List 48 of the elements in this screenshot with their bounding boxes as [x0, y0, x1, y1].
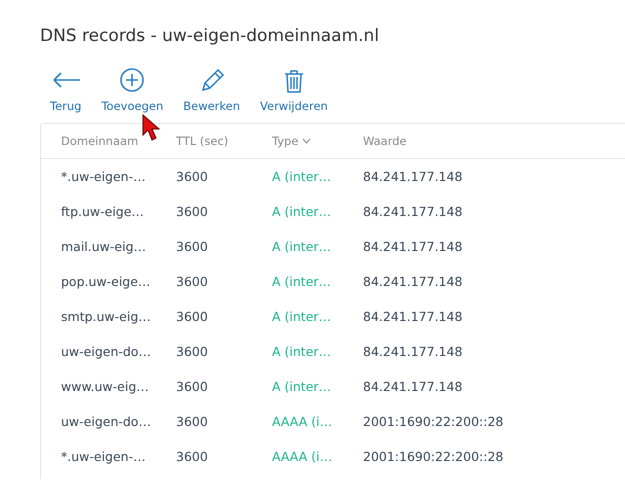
back-button[interactable]: Terug	[50, 68, 82, 113]
record-type-link[interactable]: A (inter…	[272, 309, 332, 324]
table-cell: pop.uw-eige…	[61, 274, 150, 289]
table-cell: 3600	[176, 274, 208, 289]
table-cell: 3600	[176, 169, 208, 184]
record-type-link[interactable]: A (inter…	[272, 204, 332, 219]
table-cell: 3600	[176, 239, 208, 254]
edit-button[interactable]: Bewerken	[183, 68, 240, 113]
record-type-link[interactable]: AAAA (i…	[272, 414, 332, 429]
page-title: DNS records - uw-eigen-domeinnaam.nl	[40, 26, 380, 48]
mouse-pointer-icon	[142, 114, 162, 142]
table-cell: mail.uw-eig…	[61, 239, 146, 254]
table-cell: uw-eigen-do…	[61, 344, 151, 359]
table-cell: 84.241.177.148	[363, 344, 462, 359]
table-cell: 3600	[176, 414, 208, 429]
table-cell: 84.241.177.148	[363, 204, 462, 219]
record-type-link[interactable]: AAAA (i…	[272, 449, 332, 464]
table-cell: 84.241.177.148	[363, 169, 462, 184]
record-type-link[interactable]: A (inter…	[272, 274, 332, 289]
table-cell: 84.241.177.148	[363, 379, 462, 394]
column-header[interactable]: Waarde	[363, 134, 407, 148]
record-type-link[interactable]: A (inter…	[272, 169, 332, 184]
column-header[interactable]: Type	[272, 134, 298, 148]
table-cell: *.uw-eigen-…	[61, 449, 146, 464]
table-cell: 2001:1690:22:200::28	[363, 414, 504, 429]
plus-circle-icon	[118, 68, 146, 94]
delete-button[interactable]: Verwijderen	[260, 68, 328, 113]
table-cell: 84.241.177.148	[363, 239, 462, 254]
table-cell: 3600	[176, 449, 208, 464]
table-cell: smtp.uw-eig…	[61, 309, 151, 324]
sort-chevron-icon[interactable]	[302, 138, 312, 144]
add-button[interactable]: Toevoegen	[101, 68, 164, 113]
table-cell: 3600	[176, 309, 208, 324]
table-cell: ftp.uw-eige…	[61, 204, 144, 219]
table-cell: uw-eigen-do…	[61, 414, 151, 429]
table-cell: 3600	[176, 344, 208, 359]
record-type-link[interactable]: A (inter…	[272, 344, 332, 359]
table-cell: 84.241.177.148	[363, 274, 462, 289]
table-cell: 84.241.177.148	[363, 309, 462, 324]
column-header[interactable]: TTL (sec)	[176, 134, 228, 148]
record-type-link[interactable]: A (inter…	[272, 239, 332, 254]
table-cell: 3600	[176, 204, 208, 219]
table-cell: 2001:1690:22:200::28	[363, 449, 504, 464]
table-cell: 3600	[176, 379, 208, 394]
column-header[interactable]: Domeinnaam	[61, 134, 138, 148]
record-type-link[interactable]: A (inter…	[272, 379, 332, 394]
table-cell: www.uw-eig…	[61, 379, 149, 394]
table-cell: *.uw-eigen-…	[61, 169, 146, 184]
